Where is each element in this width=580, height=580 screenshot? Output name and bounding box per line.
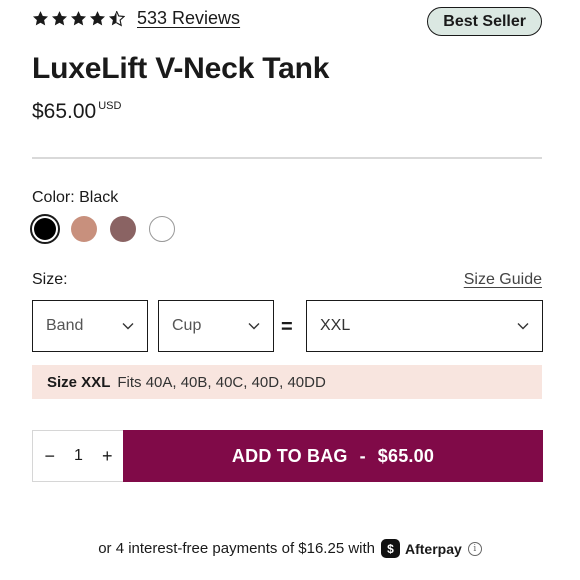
fit-size-text: Fits 40A, 40B, 40C, 40D, 40DD <box>117 373 326 391</box>
size-fit-info: Size XXL Fits 40A, 40B, 40C, 40D, 40DD <box>32 365 542 399</box>
reviews-link[interactable]: 533 Reviews <box>137 8 240 29</box>
equals-sign: = <box>281 316 293 338</box>
chevron-down-icon <box>517 323 529 330</box>
rating-row: 533 Reviews <box>32 8 240 29</box>
chevron-down-icon <box>122 323 134 330</box>
swatch-white[interactable] <box>149 216 175 242</box>
info-icon[interactable]: i <box>467 541 482 556</box>
size-label: Size: <box>32 271 68 288</box>
swatch-black[interactable] <box>30 214 60 244</box>
afterpay-logo: $ Afterpay <box>381 539 462 558</box>
installments-text: or 4 interest-free payments of $16.25 wi… <box>98 540 375 557</box>
chevron-down-icon <box>248 323 260 330</box>
afterpay-label: Afterpay <box>405 540 462 557</box>
quantity-stepper: − 1 + <box>32 430 124 482</box>
increment-button[interactable]: + <box>98 446 117 467</box>
quantity-value[interactable]: 1 <box>74 447 83 465</box>
product-price: $65.00 <box>32 100 97 123</box>
divider <box>32 157 542 159</box>
product-title: LuxeLift V-Neck Tank <box>32 52 330 85</box>
installments-row: or 4 interest-free payments of $16.25 wi… <box>0 539 580 558</box>
swatch-mauve[interactable] <box>110 216 136 242</box>
fit-size-label: Size XXL <box>47 373 111 391</box>
add-to-bag-label: ADD TO BAG <box>231 445 348 466</box>
best-seller-badge: Best Seller <box>427 7 542 36</box>
add-to-bag-separator: - <box>359 445 366 466</box>
currency-code: USD <box>98 100 122 112</box>
color-swatches <box>30 214 175 244</box>
band-select[interactable]: Band <box>32 300 148 352</box>
price-row: $65.00 USD <box>32 100 121 124</box>
size-guide-link[interactable]: Size Guide <box>464 271 542 289</box>
add-to-bag-button[interactable]: ADD TO BAG - $65.00 <box>123 430 543 482</box>
color-label: Color: Black <box>32 189 119 206</box>
band-select-value: Band <box>46 317 84 334</box>
star-icon <box>70 11 87 26</box>
star-icon <box>51 11 68 26</box>
star-icon <box>32 11 49 26</box>
afterpay-icon: $ <box>381 539 400 558</box>
cup-select-value: Cup <box>172 317 202 334</box>
size-result-value: XXL <box>320 317 351 334</box>
swatch-tan[interactable] <box>71 216 97 242</box>
cup-select[interactable]: Cup <box>158 300 274 352</box>
half-star-icon <box>108 10 125 27</box>
size-result-select[interactable]: XXL <box>306 300 543 352</box>
add-to-bag-price: $65.00 <box>377 445 435 466</box>
star-icon <box>89 11 106 26</box>
star-rating <box>32 10 125 27</box>
decrement-button[interactable]: − <box>41 446 60 467</box>
